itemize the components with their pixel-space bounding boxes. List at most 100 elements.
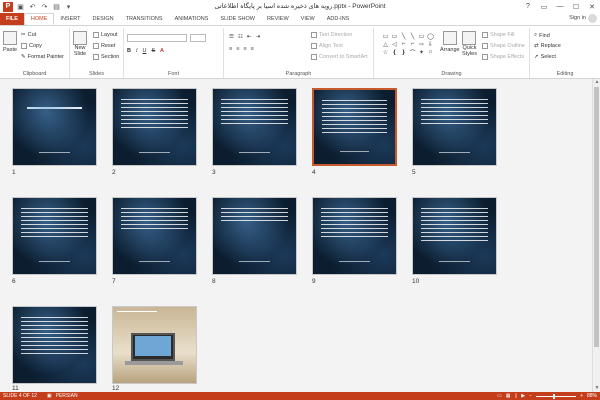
left-brace-shape-icon[interactable]: ❴ [390,48,399,56]
tab-add-ins[interactable]: ADD-INS [321,13,356,25]
normal-view-icon[interactable]: ▭ [497,393,502,399]
slide-thumbnail[interactable] [12,306,97,384]
vertical-scrollbar[interactable]: ▲ ▼ [592,79,600,392]
text-direction-button[interactable]: Text Direction [311,32,352,38]
numbering-icon[interactable]: ☷ [238,34,243,40]
copy-button[interactable]: Copy [21,43,42,49]
square-shape-icon[interactable]: ▭ [417,32,426,40]
tab-slide-show[interactable]: SLIDE SHOW [214,13,261,25]
triangle-shape-icon[interactable]: △ [381,40,390,48]
left-triangle-shape-icon[interactable]: ◁ [390,40,399,48]
arrow-line-shape-icon[interactable]: ╲ [408,32,417,40]
maximize-button[interactable]: ☐ [568,0,584,13]
right-brace-shape-icon[interactable]: ❵ [399,48,408,56]
bullets-icon[interactable]: ☰ [229,34,234,40]
slide-thumbnail[interactable] [212,197,297,275]
rectangle-shape-icon[interactable]: ▭ [381,32,390,40]
sun-shape-icon[interactable]: ☼ [426,48,435,56]
zoom-slider-thumb[interactable] [553,393,556,399]
shape-outline-button[interactable]: Shape Outline [482,43,525,49]
star-shape-icon[interactable]: ☆ [381,48,390,56]
minimize-button[interactable]: — [552,0,568,13]
tab-insert[interactable]: INSERT [54,13,86,25]
ribbon-display-options-button[interactable]: ▭ [536,0,552,13]
replace-button[interactable]: ⇄ Replace [534,43,561,49]
slide-sorter-view-icon[interactable]: ▦ [506,393,511,399]
textbox-shape-icon[interactable]: ▭ [390,32,399,40]
bold-button[interactable]: B [127,48,131,54]
slide-thumbnail[interactable] [112,306,197,384]
slide-thumbnail[interactable] [112,88,197,166]
slide-thumbnail[interactable] [12,197,97,275]
underline-button[interactable]: U [143,48,147,54]
tab-animations[interactable]: ANIMATIONS [169,13,215,25]
format-painter-button[interactable]: ✎ Format Painter [21,54,64,60]
tab-transitions[interactable]: TRANSITIONS [120,13,169,25]
font-color-button[interactable]: A [160,48,164,54]
arc-shape-icon[interactable]: ⌒ [408,48,417,57]
elbow-connector-shape-icon[interactable]: ⌐ [399,40,408,48]
slide-thumbnail[interactable] [312,197,397,275]
redo-icon[interactable]: ↷ [40,2,49,11]
section-button[interactable]: Section [93,54,119,60]
cut-button[interactable]: ✂ Cut [21,32,36,38]
quick-styles-button[interactable]: Quick Styles [462,31,477,57]
font-name-dropdown[interactable] [127,34,187,42]
shape-effects-button[interactable]: Shape Effects [482,54,524,60]
align-right-icon[interactable]: ≡ [243,46,246,52]
zoom-in-icon[interactable]: + [580,393,583,399]
select-button[interactable]: ➚ Select [534,54,556,60]
tab-file[interactable]: FILE [0,13,24,25]
tab-view[interactable]: VIEW [295,13,321,25]
scroll-thumb[interactable] [594,87,599,347]
help-button[interactable]: ? [520,0,536,13]
oval-shape-icon[interactable]: ◯ [426,32,435,40]
slide-thumbnail[interactable] [412,88,497,166]
right-arrow-shape-icon[interactable]: ⇨ [417,40,426,48]
line-shape-icon[interactable]: ╲ [399,32,408,40]
spellcheck-icon[interactable]: ▣ [47,393,52,399]
align-text-button[interactable]: Align Text [311,43,343,49]
language-status[interactable]: PERSIAN [56,393,78,399]
layout-button[interactable]: Layout [93,32,118,38]
scroll-down-icon[interactable]: ▼ [593,385,600,392]
slide-thumbnail[interactable] [212,88,297,166]
convert-smartart-button[interactable]: Convert to SmartArt [311,54,368,60]
increase-indent-icon[interactable]: ⇥ [255,34,260,40]
paste-button[interactable]: Paste [3,31,17,53]
zoom-level[interactable]: 88% [587,393,597,399]
font-size-dropdown[interactable] [190,34,206,42]
undo-icon[interactable]: ↶ [28,2,37,11]
tab-home[interactable]: HOME [23,13,55,25]
new-slide-button[interactable]: New Slide [73,31,87,57]
slide-thumbnail[interactable] [112,197,197,275]
save-icon[interactable]: ▣ [16,2,25,11]
zoom-out-icon[interactable]: − [529,393,532,399]
slide-thumbnail[interactable] [412,197,497,275]
down-arrow-shape-icon[interactable]: ⇩ [426,40,435,48]
find-button[interactable]: ⌕ Find [534,32,550,39]
zoom-slider[interactable] [536,393,577,399]
reading-view-icon[interactable]: ▯ [515,393,518,399]
avatar[interactable] [588,14,597,23]
slideshow-view-icon[interactable]: ▶ [521,393,525,399]
customize-qat-icon[interactable]: ▾ [64,2,73,11]
arrange-button[interactable]: Arrange [440,31,460,53]
shape-fill-button[interactable]: Shape Fill [482,32,514,38]
reset-button[interactable]: Reset [93,43,115,49]
close-button[interactable]: ✕ [584,0,600,13]
tab-review[interactable]: REVIEW [261,13,295,25]
burst-shape-icon[interactable]: ✦ [417,48,426,56]
align-left-icon[interactable]: ≡ [229,46,232,52]
sign-in-link[interactable]: Sign in [569,15,586,21]
align-center-icon[interactable]: ≡ [236,46,239,52]
decrease-indent-icon[interactable]: ⇤ [247,34,252,40]
justify-icon[interactable]: ≡ [251,46,254,52]
slide-thumbnail[interactable] [12,88,97,166]
italic-button[interactable]: I [136,48,138,54]
tab-design[interactable]: DESIGN [87,13,120,25]
slide-thumbnail-selected[interactable] [312,88,397,166]
scroll-up-icon[interactable]: ▲ [593,79,600,86]
strikethrough-button[interactable]: S [152,48,156,54]
start-slideshow-icon[interactable]: ▤ [52,2,61,11]
